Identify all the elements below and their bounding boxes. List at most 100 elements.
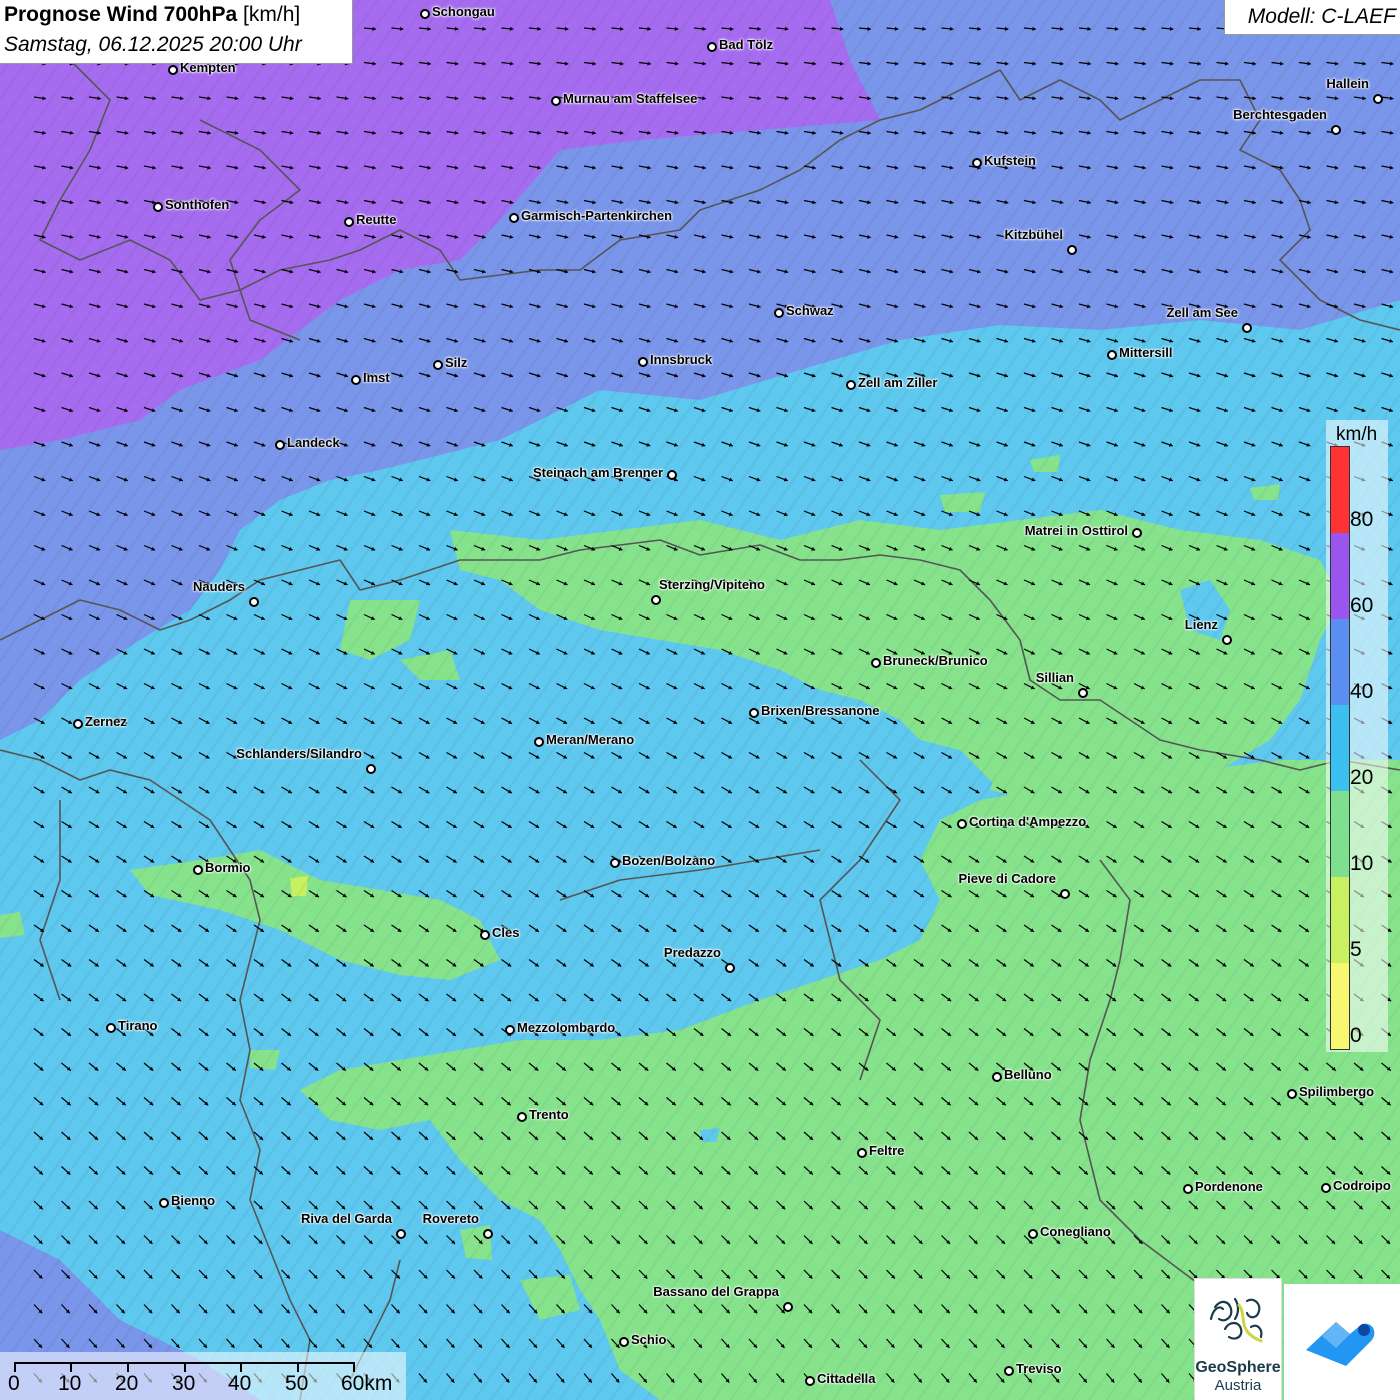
city-label: Matrei in Osttirol xyxy=(1024,523,1128,538)
city-dot-icon xyxy=(619,1337,629,1347)
city-label: Kufstein xyxy=(984,153,1036,168)
legend-tick: 0 xyxy=(1350,1024,1362,1047)
city-label: Silz xyxy=(445,355,468,370)
city-dot-icon xyxy=(1373,94,1383,104)
city-dot-icon xyxy=(1183,1184,1193,1194)
geosphere-emblem-icon xyxy=(1209,1297,1263,1343)
city-label: Treviso xyxy=(1016,1361,1062,1376)
scale-label: 20 xyxy=(115,1372,139,1395)
city-label: Lienz xyxy=(1184,617,1218,632)
city-dot-icon xyxy=(1331,125,1341,135)
city-label: Imst xyxy=(363,370,390,385)
city-label: Cles xyxy=(492,925,520,940)
scale-label: 0 xyxy=(8,1372,20,1395)
scale-tick xyxy=(297,1362,299,1372)
city-label: Tirano xyxy=(118,1018,158,1033)
city-label: Sonthofen xyxy=(165,197,230,212)
scale-label: 30 xyxy=(172,1372,196,1395)
city-label: Murnau am Staffelsee xyxy=(563,91,698,106)
city-dot-icon xyxy=(1107,350,1117,360)
city-dot-icon xyxy=(193,865,203,875)
city-dot-icon xyxy=(651,595,661,605)
city-label: Cortina d'Ampezzo xyxy=(969,814,1087,829)
app-logo[interactable] xyxy=(1284,1284,1400,1400)
city-dot-icon xyxy=(534,737,544,747)
city-label: Mezzolombardo xyxy=(517,1020,616,1035)
city-dot-icon xyxy=(1222,635,1232,645)
city-label: Bassano del Grappa xyxy=(653,1284,779,1299)
legend-swatch-80 xyxy=(1331,447,1349,533)
city-dot-icon xyxy=(725,963,735,973)
city-dot-icon xyxy=(707,42,717,52)
city-label: Bruneck/Brunico xyxy=(883,653,988,668)
legend-bar xyxy=(1330,446,1350,1050)
legend-swatch-60 xyxy=(1331,533,1349,619)
city-label: Bozen/Bolzano xyxy=(622,853,716,868)
city-dot-icon xyxy=(638,357,648,367)
city-dot-icon xyxy=(1078,688,1088,698)
city-dot-icon xyxy=(396,1229,406,1239)
legend-swatch-10 xyxy=(1331,791,1349,877)
city-dot-icon xyxy=(551,96,561,106)
legend-tick: 20 xyxy=(1350,766,1374,789)
city-label: Codroipo xyxy=(1333,1178,1391,1193)
model-panel: Modell: C-LAEF xyxy=(1224,0,1400,35)
city-dot-icon xyxy=(1132,528,1142,538)
wind-map[interactable]: Prognose Wind 700hPa [km/h] Samstag, 06.… xyxy=(0,0,1400,1400)
legend-swatch-5 xyxy=(1331,877,1349,963)
city-dot-icon xyxy=(1028,1229,1038,1239)
city-label: Sillian xyxy=(1035,670,1074,685)
city-dot-icon xyxy=(168,65,178,75)
city-label: Pordenone xyxy=(1195,1179,1263,1194)
title-panel: Prognose Wind 700hPa [km/h] Samstag, 06.… xyxy=(0,0,353,64)
city-label: Sterzing/Vipiteno xyxy=(659,577,765,592)
city-label: Steinach am Brenner xyxy=(532,465,663,480)
city-label: Zernez xyxy=(85,714,127,729)
scale-label: 50 xyxy=(285,1372,309,1395)
geosphere-logo[interactable]: GeoSphere Austria xyxy=(1194,1278,1282,1400)
city-dot-icon xyxy=(1287,1089,1297,1099)
city-dot-icon xyxy=(1242,323,1252,333)
city-dot-icon xyxy=(610,858,620,868)
city-dot-icon xyxy=(483,1229,493,1239)
city-label: Meran/Merano xyxy=(546,732,635,747)
city-label: Kitzbühel xyxy=(1004,227,1064,242)
city-dot-icon xyxy=(846,380,856,390)
city-label: Schongau xyxy=(432,4,495,19)
city-label: Reutte xyxy=(356,212,397,227)
scale-tick xyxy=(353,1362,355,1372)
city-label: Innsbruck xyxy=(650,352,713,367)
city-label: Conegliano xyxy=(1040,1224,1111,1239)
scale-tick xyxy=(240,1362,242,1372)
legend-swatch-20 xyxy=(1331,705,1349,791)
city-label: Spilimbergo xyxy=(1299,1084,1375,1099)
title-unit: [km/h] xyxy=(243,3,301,26)
city-label: Berchtesgaden xyxy=(1233,107,1327,122)
city-dot-icon xyxy=(505,1025,515,1035)
city-label: Brixen/Bressanone xyxy=(761,703,880,718)
scale-tick xyxy=(127,1362,129,1372)
city-label: Hallein xyxy=(1326,76,1369,91)
city-dot-icon xyxy=(667,470,677,480)
city-dot-icon xyxy=(972,158,982,168)
city-dot-icon xyxy=(153,202,163,212)
city-dot-icon xyxy=(992,1072,1002,1082)
city-dot-icon xyxy=(344,217,354,227)
city-label: Trento xyxy=(529,1107,569,1122)
city-dot-icon xyxy=(480,930,490,940)
scale-label: 10 xyxy=(58,1372,82,1395)
scale-bar: 0 10 20 30 40 50 60km xyxy=(0,1352,406,1400)
city-dot-icon xyxy=(749,708,759,718)
city-dot-icon xyxy=(73,719,83,729)
city-dot-icon xyxy=(433,360,443,370)
city-dot-icon xyxy=(1067,245,1077,255)
model-name: Modell: C-LAEF xyxy=(1247,5,1396,28)
city-dot-icon xyxy=(805,1376,815,1386)
city-dot-icon xyxy=(1004,1366,1014,1376)
geosphere-name: GeoSphere xyxy=(1195,1359,1281,1376)
title-main: Prognose Wind 700hPa xyxy=(4,3,238,26)
city-dot-icon xyxy=(1060,889,1070,899)
city-dot-icon xyxy=(783,1302,793,1312)
scale-tick xyxy=(14,1362,16,1372)
city-label: Rovereto xyxy=(422,1211,479,1226)
